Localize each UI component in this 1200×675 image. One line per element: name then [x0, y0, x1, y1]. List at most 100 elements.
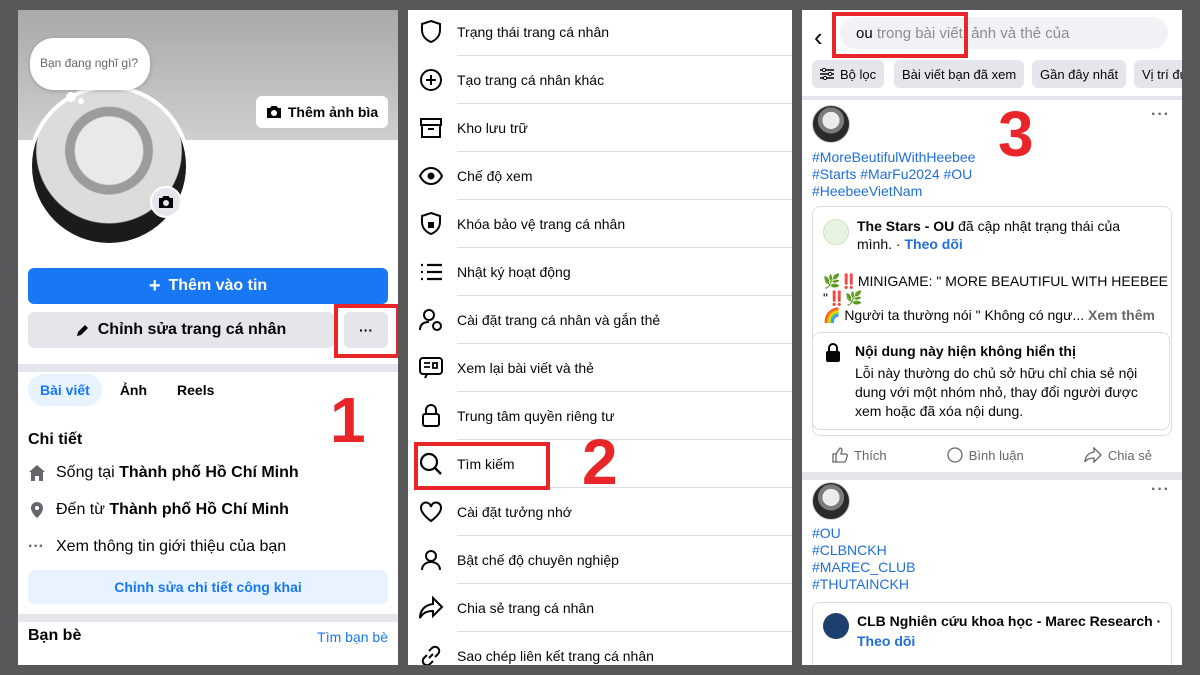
shared-post[interactable]: CLB Nghiên cứu khoa học - Marec Research… [812, 602, 1172, 665]
post-avatar[interactable] [812, 105, 850, 143]
menu-item-label: Kho lưu trữ [457, 120, 528, 136]
avatar-camera-button[interactable] [150, 186, 182, 218]
avatar[interactable] [28, 85, 190, 247]
like-button[interactable]: Thích [832, 447, 887, 463]
post-more-icon[interactable]: ··· [1151, 481, 1170, 499]
shield-lock-icon [418, 211, 444, 237]
tab-reels[interactable]: Reels [165, 374, 226, 406]
details-title: Chi tiết [28, 431, 83, 448]
detail-prefix: Đến từ [56, 501, 110, 518]
tab-photos[interactable]: Ảnh [108, 374, 159, 406]
bubble-dot [66, 92, 76, 102]
page-logo [823, 219, 849, 245]
detail-from: Đến từ Thành phố Hồ Chí Minh [28, 501, 289, 519]
detail-value: Thành phố Hồ Chí Minh [109, 501, 289, 518]
menu-item[interactable]: Chia sẻ trang cá nhân [408, 584, 792, 632]
menu-item-label: Cài đặt tưởng nhớ [457, 504, 572, 520]
hashtag[interactable]: #THUTAINCKH [812, 576, 909, 592]
see-more-link[interactable]: Xem thêm [1084, 307, 1155, 323]
menu-item-label: Chế độ xem [457, 168, 533, 184]
menu-item[interactable]: Tạo trang cá nhân khác [408, 56, 792, 104]
shared-author[interactable]: CLB Nghiên cứu khoa học - Marec Research… [857, 613, 1161, 629]
divider [802, 472, 1182, 480]
user-gear-icon [418, 307, 444, 333]
menu-item[interactable]: Xem lại bài viết và thẻ [408, 344, 792, 392]
like-icon [832, 447, 849, 463]
lock-title: Nội dung này hiện không hiển thị [855, 343, 1076, 359]
lock-line: dung với một nhóm nhỏ, thay đổi người đư… [855, 384, 1138, 400]
detail-see-about[interactable]: ··· Xem thông tin giới thiệu của bạn [28, 538, 286, 556]
location-label: Vị trí đư [1142, 66, 1182, 82]
follow-link[interactable]: Theo dõi [857, 633, 915, 649]
detail-prefix: Sống tại [56, 464, 120, 481]
menu-item[interactable]: Trạng thái trang cá nhân [408, 10, 792, 56]
pencil-icon [76, 325, 88, 336]
review-icon [418, 355, 444, 381]
follow-link[interactable]: Theo dõi [904, 236, 962, 252]
location-chip[interactable]: Vị trí đư [1134, 60, 1182, 88]
viewed-posts-chip[interactable]: Bài viết bạn đã xem [894, 60, 1025, 88]
lock-line: Lỗi này thường do chủ sở hữu chỉ chia sẻ… [855, 365, 1138, 381]
back-arrow-icon[interactable]: ‹ [814, 22, 823, 53]
divider [802, 96, 1182, 100]
detail-see-about-label: Xem thông tin giới thiệu của bạn [56, 538, 287, 555]
hashtag[interactable]: #CLBNCKH [812, 542, 887, 558]
menu-item-label: Chia sẻ trang cá nhân [457, 600, 594, 616]
hashtag[interactable]: #MoreBeutifulWithHeebee [812, 149, 975, 165]
step-number-1: 1 [330, 384, 366, 456]
thought-bubble-text: Bạn đang nghĩ gì? [40, 56, 139, 70]
share-button[interactable]: Chia sẻ [1084, 447, 1152, 463]
post-line-text: 🌈 Người ta thường nói " Không có ngư... [823, 307, 1085, 323]
edit-public-details-button[interactable]: Chỉnh sửa chi tiết công khai [28, 570, 388, 604]
camera-icon [266, 106, 281, 118]
menu-item[interactable]: Bật chế độ chuyên nghiệp [408, 536, 792, 584]
add-cover-button[interactable]: Thêm ảnh bìa [256, 96, 388, 128]
profile-panel: Bạn đang nghĩ gì? Thêm ảnh bìa + Thêm và… [18, 10, 398, 665]
comment-button[interactable]: Bình luận [947, 447, 1024, 463]
home-icon [29, 465, 45, 481]
detail-value: Thành phố Hồ Chí Minh [119, 464, 299, 481]
menu-item-label: Trạng thái trang cá nhân [457, 24, 610, 40]
add-story-button[interactable]: + Thêm vào tin [28, 268, 388, 304]
menu-item-label: Khóa bảo vệ trang cá nhân [457, 216, 626, 232]
menu-item-label: Sao chép liên kết trang cá nhân [457, 648, 654, 664]
lock-icon [826, 343, 840, 362]
shared-author[interactable]: The Stars - OU [857, 218, 954, 234]
post-actions: Thích Bình luận Chia sẻ [802, 440, 1182, 470]
tab-posts[interactable]: Bài viết [28, 374, 102, 406]
friends-title: Bạn bè [28, 627, 82, 644]
lock-icon [418, 403, 444, 429]
hashtag[interactable]: #Starts #MarFu2024 #OU [812, 166, 972, 182]
search-panel: ‹ ou trong bài viết, ảnh và thẻ của Bộ l… [802, 10, 1182, 665]
menu-item[interactable]: Nhật ký hoạt động [408, 248, 792, 296]
filter-chip[interactable]: Bộ lọc [812, 60, 885, 88]
menu-item[interactable]: Sao chép liên kết trang cá nhân [408, 632, 792, 665]
highlight-box-more [334, 304, 398, 358]
profile-tabs: Bài viết Ảnh Reels [28, 374, 226, 406]
menu-item[interactable]: Cài đặt trang cá nhân và gắn thẻ [408, 296, 792, 344]
recent-chip[interactable]: Gần đây nhất [1032, 60, 1127, 88]
hashtag[interactable]: #HeebeeVietNam [812, 183, 922, 199]
menu-item[interactable]: Chế độ xem [408, 152, 792, 200]
hashtag[interactable]: #MAREC_CLUB [812, 559, 915, 575]
shared-header: CLB Nghiên cứu khoa học - Marec Research… [857, 611, 1167, 651]
hashtag[interactable]: #OU [812, 525, 841, 541]
menu-item-label: Cài đặt trang cá nhân và gắn thẻ [457, 312, 661, 328]
plus-icon: + [148, 275, 161, 297]
filter-chip-label: Bộ lọc [840, 66, 877, 82]
camera-icon [159, 196, 173, 208]
menu-item[interactable]: Khóa bảo vệ trang cá nhân [408, 200, 792, 248]
edit-public-details-label: Chỉnh sửa chi tiết công khai [114, 579, 302, 595]
divider [18, 364, 398, 372]
menu-panel: Trạng thái trang cá nhân Tạo trang cá nhâ… [408, 10, 792, 665]
find-friends-link[interactable]: Tìm bạn bè [317, 629, 388, 645]
step-number-3: 3 [998, 98, 1034, 170]
edit-profile-button[interactable]: Chỉnh sửa trang cá nhân [28, 312, 334, 348]
post-avatar[interactable] [812, 482, 850, 520]
thought-bubble[interactable]: Bạn đang nghĩ gì? [30, 38, 150, 90]
menu-item[interactable]: Kho lưu trữ [408, 104, 792, 152]
shield-icon [418, 19, 444, 45]
post-more-icon[interactable]: ··· [1151, 106, 1170, 124]
add-story-label: Thêm vào tin [168, 277, 268, 294]
edit-profile-label: Chỉnh sửa trang cá nhân [97, 321, 287, 338]
